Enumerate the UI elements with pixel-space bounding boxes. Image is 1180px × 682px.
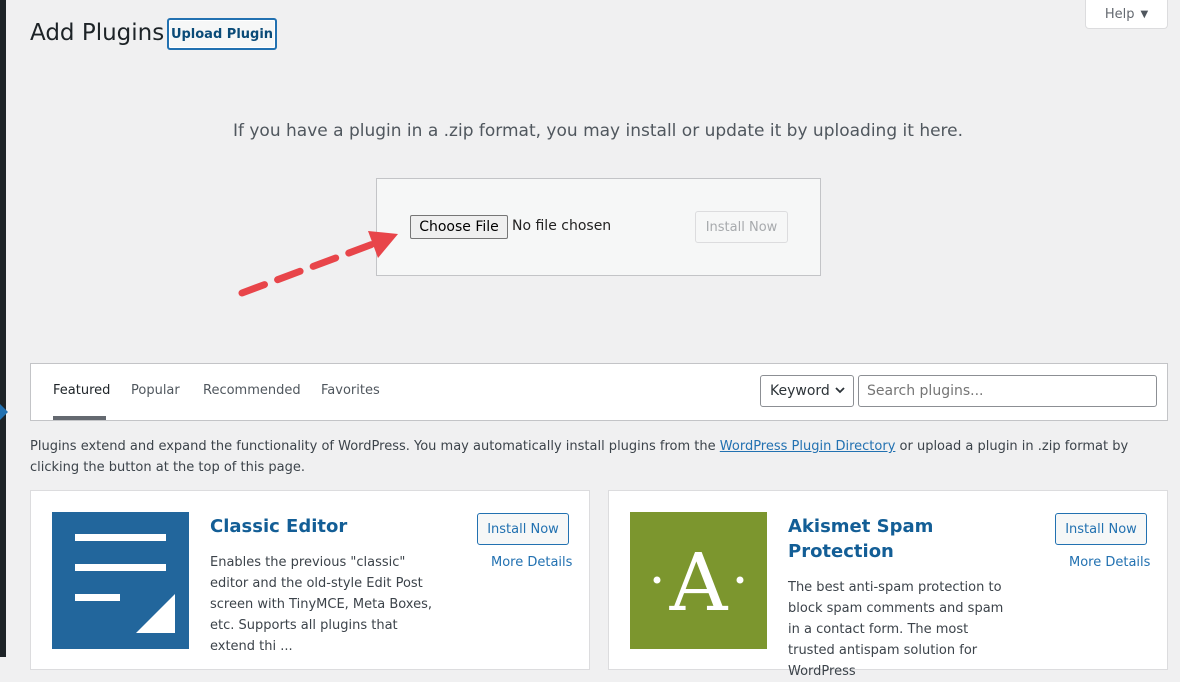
install-now-button-disabled[interactable]: Install Now [695, 211, 788, 243]
search-plugins-input[interactable] [858, 375, 1157, 407]
chevron-down-icon [835, 387, 845, 394]
more-details-link[interactable]: More Details [1069, 555, 1150, 570]
help-label: Help [1104, 6, 1135, 22]
plugin-description: Enables the previous "classic" editor an… [210, 555, 432, 654]
plugins-intro-text: Plugins extend and expand the functional… [30, 436, 1160, 478]
plugin-title[interactable]: Akismet Spam Protection [788, 514, 1038, 564]
classic-editor-icon [52, 512, 189, 649]
tab-featured[interactable]: Featured [53, 383, 110, 398]
collapse-arrow-icon[interactable] [0, 404, 8, 420]
plugin-card: Classic Editor Enables the previous "cla… [30, 490, 590, 670]
tab-favorites[interactable]: Favorites [321, 383, 380, 398]
caret-down-icon: ▼ [1140, 8, 1149, 20]
upload-plugin-button[interactable]: Upload Plugin [167, 18, 277, 50]
upload-form: Choose File No file chosen Install Now [376, 178, 821, 276]
tab-recommended[interactable]: Recommended [203, 383, 301, 398]
plugin-description: The best anti-spam protection to block s… [788, 580, 1004, 679]
plugin-filter-bar: Featured Popular Recommended Favorites K… [30, 363, 1168, 421]
file-status: No file chosen [512, 218, 612, 234]
plugin-directory-link[interactable]: WordPress Plugin Directory [720, 439, 896, 454]
plugin-card: A Akismet Spam Protection The best anti-… [608, 490, 1168, 679]
akismet-icon: A [630, 512, 767, 649]
akismet-letter: A [669, 536, 729, 629]
install-now-button[interactable]: Install Now [1055, 513, 1147, 545]
tab-popular[interactable]: Popular [131, 383, 180, 398]
search-type-select[interactable]: Keyword [760, 375, 854, 407]
choose-file-button[interactable]: Choose File [410, 215, 508, 239]
intro-text-before: Plugins extend and expand the functional… [30, 439, 720, 454]
plugin-title[interactable]: Classic Editor [210, 514, 460, 539]
upload-instructions: If you have a plugin in a .zip format, y… [232, 121, 964, 141]
active-tab-indicator [53, 416, 106, 420]
search-type-value: Keyword [770, 383, 830, 399]
admin-sidebar-edge [0, 0, 6, 657]
help-tab[interactable]: Help ▼ [1085, 0, 1168, 29]
red-dashed-arrow-annotation [238, 231, 398, 297]
install-now-button[interactable]: Install Now [477, 513, 569, 545]
more-details-link[interactable]: More Details [491, 555, 572, 570]
page-title: Add Plugins [30, 20, 165, 46]
